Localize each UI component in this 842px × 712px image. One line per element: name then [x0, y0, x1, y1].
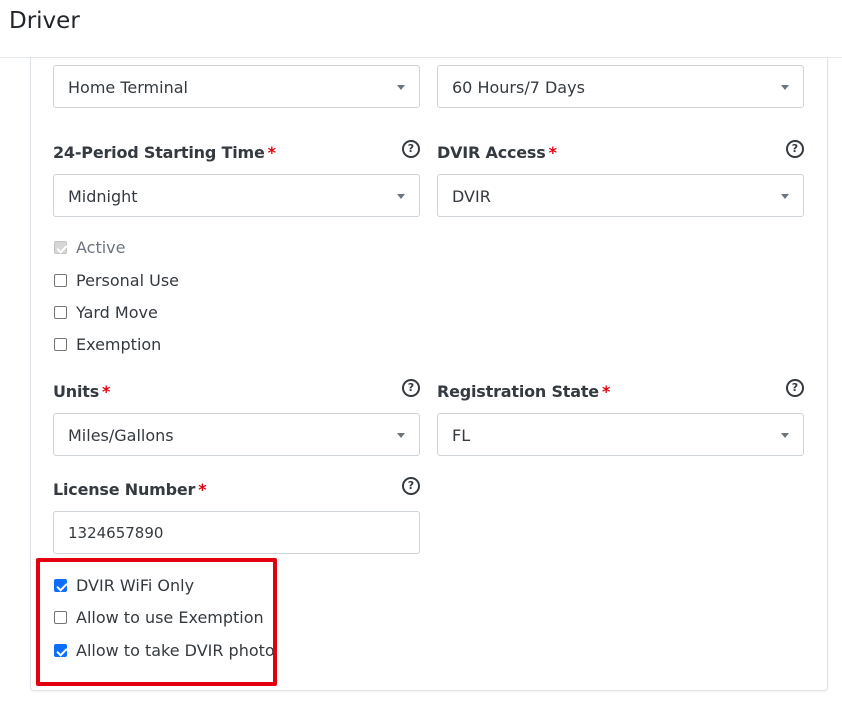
license-number-value: 1324657890	[68, 524, 164, 542]
page-header: Driver	[0, 0, 842, 58]
page-title: Driver	[9, 8, 80, 34]
chevron-down-icon	[781, 85, 789, 90]
personal-use-checkbox[interactable]: Personal Use	[54, 271, 179, 290]
highlight-box	[36, 558, 277, 686]
checkbox-label: Active	[76, 238, 126, 257]
required-marker: *	[267, 143, 276, 162]
period-start-select[interactable]: Midnight	[53, 174, 420, 217]
chevron-down-icon	[781, 194, 789, 199]
active-checkbox: Active	[54, 238, 126, 257]
units-label: Units *	[53, 382, 111, 401]
units-value: Miles/Gallons	[68, 426, 174, 445]
required-marker: *	[198, 480, 207, 499]
registration-state-value: FL	[452, 426, 471, 445]
checkbox-box[interactable]	[54, 274, 67, 287]
checkbox-label: Yard Move	[76, 303, 158, 322]
help-icon[interactable]: ?	[402, 140, 420, 158]
dvir-access-select[interactable]: DVIR	[437, 174, 804, 217]
dvir-access-value: DVIR	[452, 187, 491, 206]
required-marker: *	[548, 143, 557, 162]
help-icon[interactable]: ?	[402, 379, 420, 397]
home-terminal-value: Home Terminal	[68, 78, 188, 97]
cycle-select[interactable]: 60 Hours/7 Days	[437, 65, 804, 108]
help-icon[interactable]: ?	[402, 477, 420, 495]
period-start-label: 24-Period Starting Time *	[53, 143, 276, 162]
checkbox-box	[54, 241, 67, 254]
dvir-access-label: DVIR Access *	[437, 143, 557, 162]
license-number-label: License Number *	[53, 480, 207, 499]
home-terminal-select[interactable]: Home Terminal	[53, 65, 420, 108]
required-marker: *	[102, 382, 111, 401]
yard-move-checkbox[interactable]: Yard Move	[54, 303, 158, 322]
chevron-down-icon	[397, 85, 405, 90]
cycle-value: 60 Hours/7 Days	[452, 78, 585, 97]
chevron-down-icon	[397, 433, 405, 438]
chevron-down-icon	[397, 194, 405, 199]
checkbox-box[interactable]	[54, 338, 67, 351]
checkbox-label: Exemption	[76, 335, 162, 354]
period-start-value: Midnight	[68, 187, 138, 206]
checkbox-label: Personal Use	[76, 271, 179, 290]
registration-state-label: Registration State *	[437, 382, 611, 401]
help-icon[interactable]: ?	[786, 379, 804, 397]
registration-state-select[interactable]: FL	[437, 413, 804, 456]
chevron-down-icon	[781, 433, 789, 438]
license-number-input[interactable]: 1324657890	[53, 511, 420, 554]
checkbox-box[interactable]	[54, 306, 67, 319]
exemption-checkbox[interactable]: Exemption	[54, 335, 161, 354]
help-icon[interactable]: ?	[786, 140, 804, 158]
required-marker: *	[601, 382, 611, 401]
units-select[interactable]: Miles/Gallons	[53, 413, 420, 456]
